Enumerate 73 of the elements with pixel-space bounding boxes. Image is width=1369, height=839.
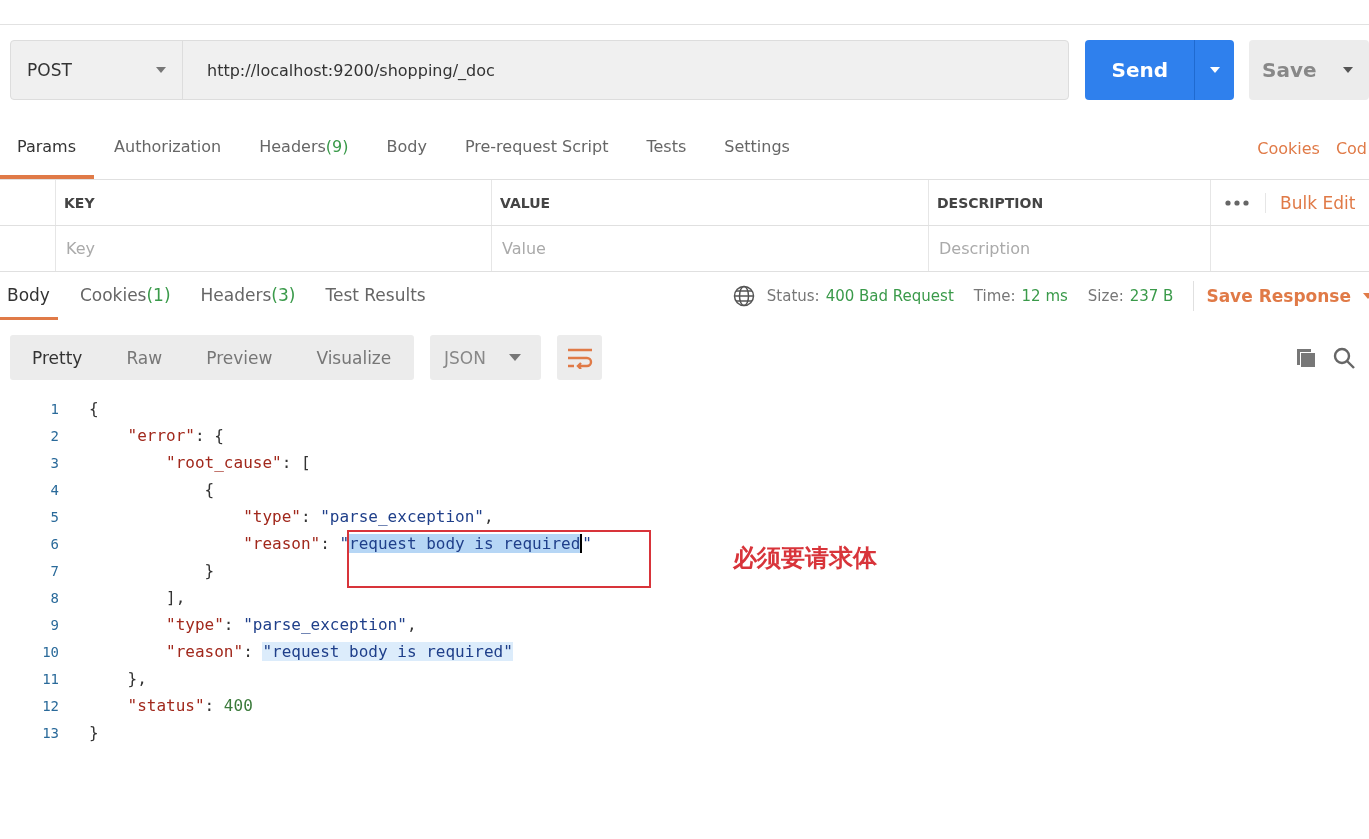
line-number: 7 <box>49 562 59 579</box>
param-input[interactable]: Value <box>500 238 920 259</box>
caret-icon <box>509 354 521 361</box>
response-tab[interactable]: Test Results <box>317 272 434 320</box>
column-header: KEY <box>64 194 95 211</box>
column-header: DESCRIPTION <box>937 194 1044 211</box>
code-line: { <box>203 480 215 499</box>
line-number: 13 <box>41 724 59 741</box>
bulk-edit-link[interactable]: Bulk Edit <box>1265 192 1356 213</box>
caret-icon <box>156 67 166 73</box>
annotation-text: 必须要请求体 <box>733 542 877 574</box>
column-header: VALUE <box>500 194 551 211</box>
meta-value: 400 Bad Request <box>825 287 954 305</box>
code-line: } <box>203 561 215 580</box>
method-dropdown[interactable]: POST <box>11 41 183 99</box>
response-tab[interactable]: Headers(3) <box>192 272 304 320</box>
view-mode-tab[interactable]: Visualize <box>294 335 402 380</box>
view-mode-tab[interactable]: Pretty <box>10 335 105 380</box>
save-button[interactable]: Save <box>1249 40 1369 100</box>
request-tab[interactable]: Params <box>0 118 95 179</box>
param-input[interactable]: Key <box>64 238 483 259</box>
response-tab[interactable]: Cookies(1) <box>71 272 179 320</box>
caret-icon <box>1342 67 1353 73</box>
line-number: 12 <box>41 697 59 714</box>
url-field[interactable]: POST http://localhost:9200/shopping/_doc <box>10 40 1070 100</box>
line-number: 6 <box>49 535 59 552</box>
line-number: 10 <box>41 643 59 660</box>
response-tab[interactable]: Body <box>0 272 58 320</box>
meta-value: 237 B <box>1129 287 1174 305</box>
globe-icon[interactable] <box>732 285 755 307</box>
line-number: 9 <box>49 616 59 633</box>
code-line: "type": "parse_exception", <box>165 615 417 634</box>
send-button[interactable]: Send <box>1085 40 1195 100</box>
format-dropdown[interactable]: JSON <box>430 335 541 380</box>
line-number: 3 <box>49 454 59 471</box>
code-line: "reason": "request body is required" <box>165 642 513 661</box>
code-line: "root_cause": [ <box>165 453 311 472</box>
wrap-lines-button[interactable] <box>557 335 602 380</box>
code-line: { <box>89 399 99 418</box>
url-text: http://localhost:9200/shopping/_doc <box>206 59 495 82</box>
meta-label: Status: <box>766 287 820 305</box>
code-line: "error": { <box>126 426 224 445</box>
line-number: 1 <box>49 400 59 417</box>
code-line: "status": 400 <box>126 696 253 715</box>
param-input[interactable]: Description <box>937 238 1202 259</box>
request-tab[interactable]: Authorization <box>96 118 240 179</box>
link[interactable]: Cod <box>1335 139 1367 158</box>
request-tab[interactable]: Headers(9) <box>241 118 367 179</box>
line-number: 8 <box>49 589 59 606</box>
code-line: ], <box>165 588 186 607</box>
code-line: "type": "parse_exception", <box>242 507 494 526</box>
more-icon[interactable] <box>1225 199 1249 206</box>
view-mode-tab[interactable]: Preview <box>184 335 295 380</box>
copy-icon[interactable] <box>1295 346 1317 369</box>
meta-label: Time: <box>973 287 1016 305</box>
link[interactable]: Cookies <box>1257 139 1320 158</box>
view-mode-tab[interactable]: Raw <box>104 335 185 380</box>
request-tab[interactable]: Tests <box>628 118 705 179</box>
line-number: 4 <box>49 481 59 498</box>
save-response-button[interactable]: Save Response <box>1193 281 1369 311</box>
line-number: 5 <box>49 508 59 525</box>
meta-label: Size: <box>1087 287 1124 305</box>
request-tab[interactable]: Pre-request Script <box>446 118 627 179</box>
meta-value: 12 ms <box>1021 287 1068 305</box>
line-number: 11 <box>41 670 59 687</box>
request-tab[interactable]: Body <box>368 118 445 179</box>
wrap-lines-icon <box>566 346 593 369</box>
caret-icon <box>1209 67 1220 73</box>
request-tab[interactable]: Settings <box>706 118 808 179</box>
search-icon[interactable] <box>1333 346 1355 369</box>
code-line: }, <box>126 669 147 688</box>
line-number: 2 <box>49 427 59 444</box>
code-line: } <box>89 723 99 742</box>
